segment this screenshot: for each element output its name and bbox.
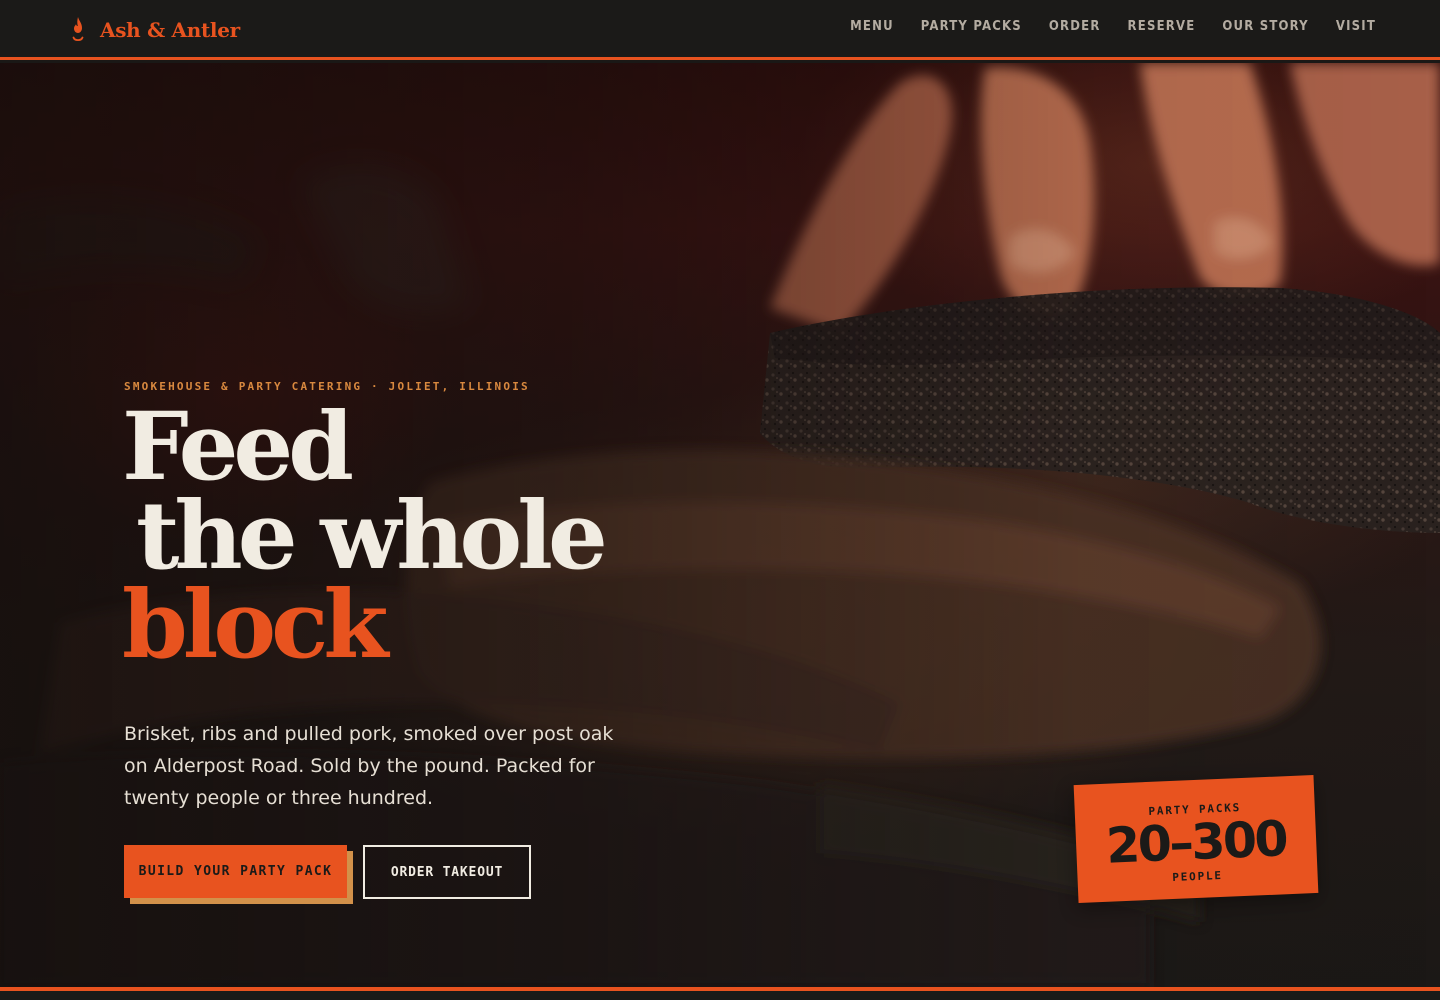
flame-icon bbox=[72, 17, 84, 42]
nav-item-reserve[interactable]: RESERVE bbox=[1128, 18, 1196, 36]
primary-cta-wrapper: BUILD YOUR PARTY PACK bbox=[124, 845, 353, 904]
build-party-pack-button[interactable]: BUILD YOUR PARTY PACK bbox=[124, 845, 347, 898]
hero-section: SMOKEHOUSE & PARTY CATERING · JOLIET, IL… bbox=[0, 63, 1440, 987]
brand-logo-link[interactable]: Ash & Antler bbox=[70, 14, 240, 46]
nav-item-our-story[interactable]: OUR STORY bbox=[1222, 18, 1308, 36]
brand-name: Ash & Antler bbox=[100, 18, 240, 42]
site-header: Ash & Antler MENU PARTY PACKS ORDER RESE… bbox=[0, 0, 1440, 60]
headline-line-2: the whole bbox=[136, 481, 608, 591]
hero-description: Brisket, ribs and pulled pork, smoked ov… bbox=[124, 723, 614, 809]
nav-item-menu[interactable]: MENU bbox=[850, 18, 894, 36]
hero-headline: Feed the whole block bbox=[122, 392, 608, 680]
nav-item-visit[interactable]: VISIT bbox=[1336, 18, 1376, 36]
headline-accent: block bbox=[122, 570, 388, 680]
next-section-edge bbox=[0, 991, 1440, 1000]
party-pack-badge: PARTY PACKS 20–300 PEOPLE bbox=[1073, 775, 1319, 903]
nav-item-party-packs[interactable]: PARTY PACKS bbox=[921, 18, 1022, 36]
main-nav: MENU PARTY PACKS ORDER RESERVE OUR STORY… bbox=[850, 18, 1376, 36]
badge-range: 20–300 bbox=[1105, 810, 1288, 875]
nav-item-order[interactable]: ORDER bbox=[1049, 18, 1101, 36]
headline-line-1: Feed bbox=[122, 392, 354, 502]
order-takeout-button[interactable]: ORDER TAKEOUT bbox=[363, 845, 531, 899]
